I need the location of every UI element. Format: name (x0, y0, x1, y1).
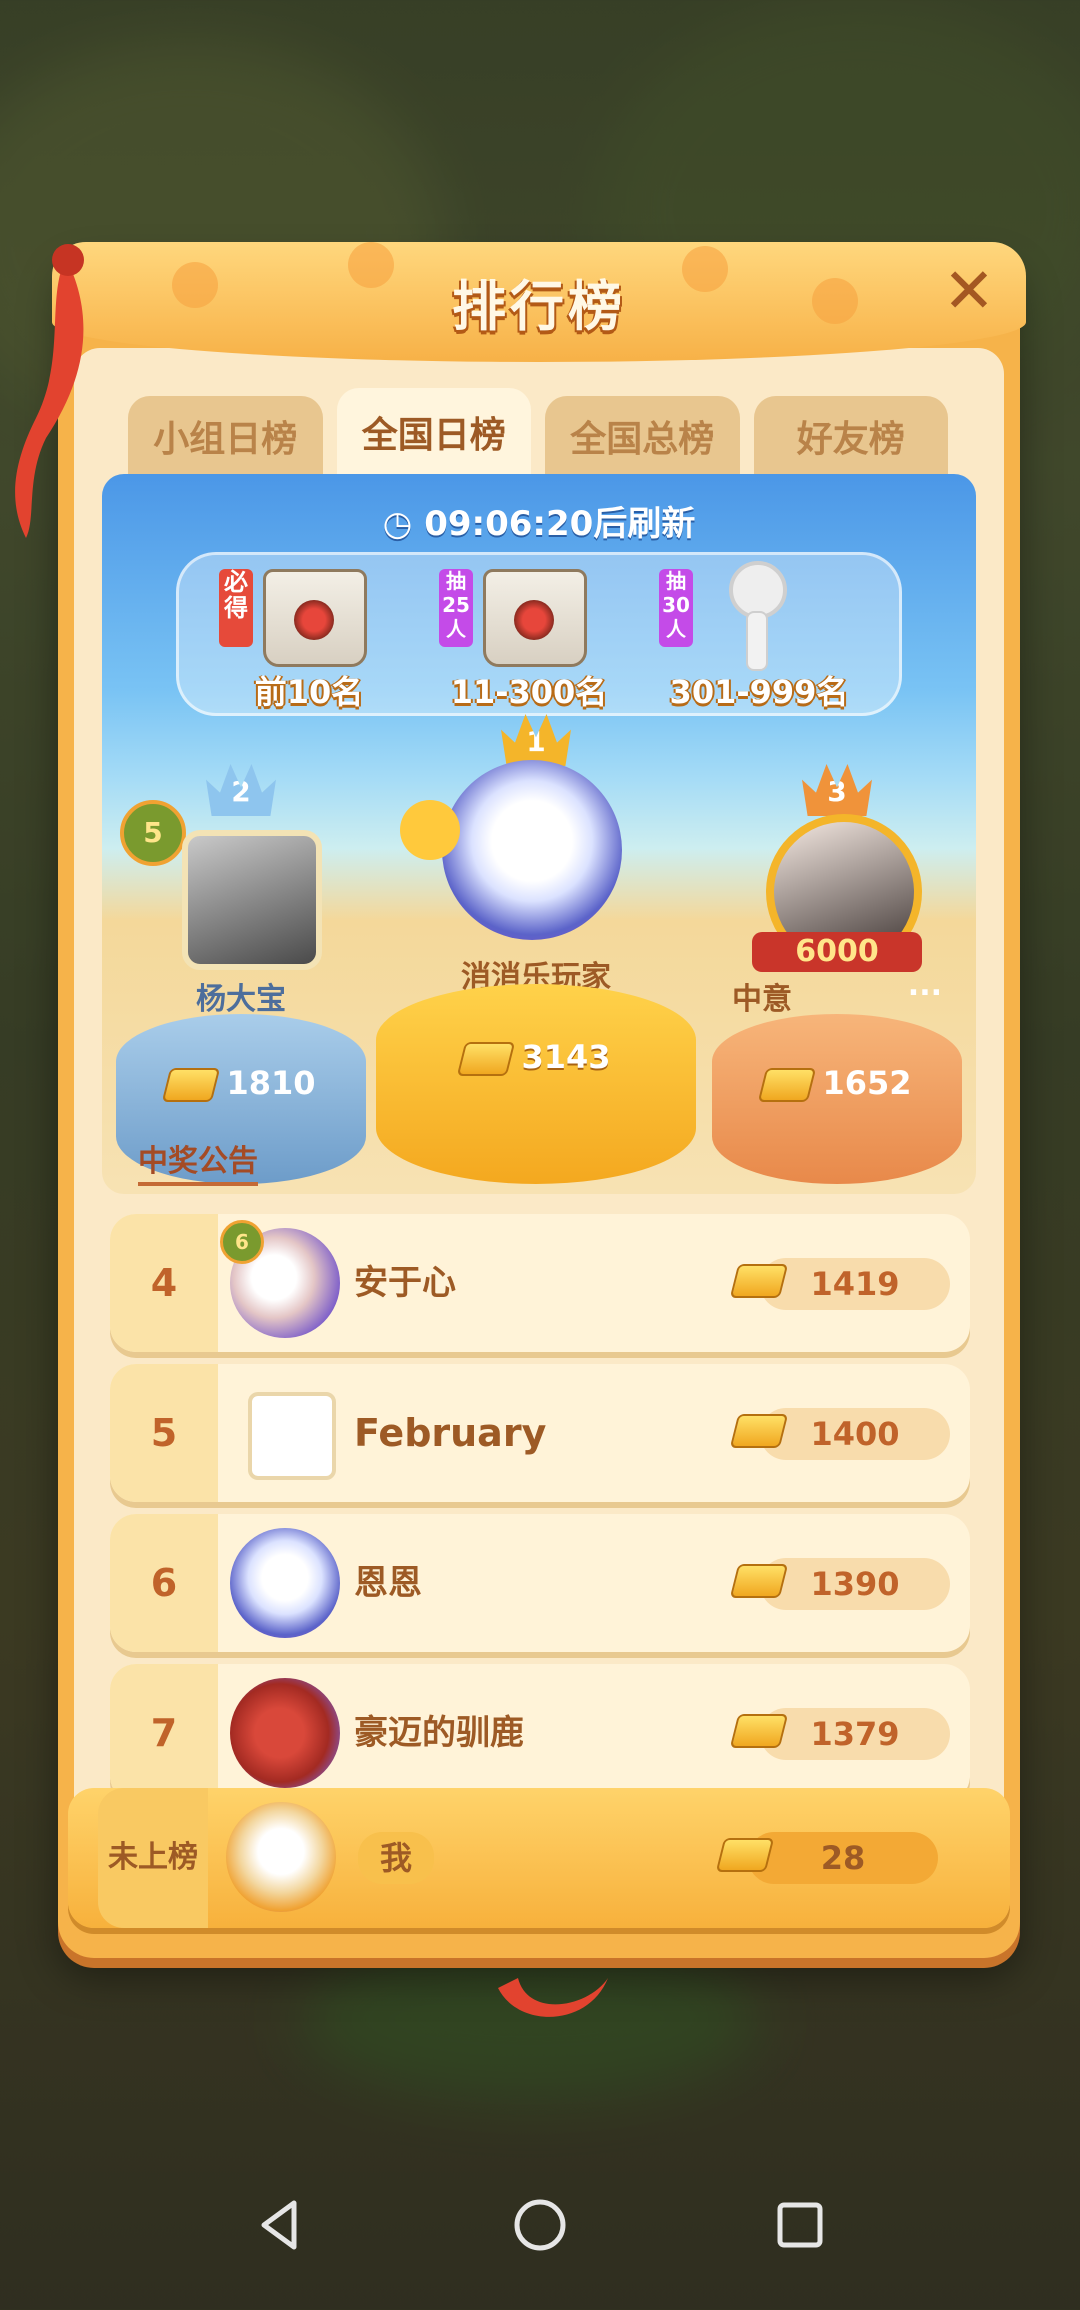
prize-11-300: 抽25人 11-300名 (429, 555, 629, 713)
podium-score: 3143 (376, 1038, 696, 1076)
rank-number: 6 (110, 1514, 218, 1652)
ribbon-decoration (15, 244, 84, 538)
system-nav-bar (0, 2140, 1080, 2310)
gold-bar-icon (715, 1838, 775, 1872)
back-icon[interactable] (250, 2195, 310, 2255)
player-name: 安于心 (354, 1263, 456, 1303)
frame-badge: 6000 (752, 932, 922, 972)
close-icon[interactable]: ✕ (938, 260, 1000, 322)
home-icon[interactable] (510, 2195, 570, 2255)
list-item[interactable]: 7 豪迈的驯鹿 1379 (110, 1664, 970, 1802)
tab-national-daily[interactable]: 全国日榜 (336, 388, 531, 476)
gold-bar-icon (457, 1042, 516, 1076)
player-name: 豪迈的驯鹿 (354, 1713, 524, 1753)
prize-top10: 必得 前10名 (209, 555, 409, 713)
ranking-stage: ◷ 09:06:20后刷新 必得 前10名 抽25人 11-300名 抽30人 … (102, 474, 976, 1194)
my-rank-bar[interactable]: 未上榜 我 28 (68, 1788, 1010, 1928)
prize-tag: 抽25人 (439, 569, 473, 647)
avatar (442, 760, 622, 940)
player-score: 1419 (810, 1265, 900, 1303)
crown-icon: 3 (802, 764, 872, 816)
player-name: February (354, 1411, 547, 1455)
tab-bar: 小组日榜 全国日榜 全国总榜 好友榜 (128, 388, 948, 476)
gold-bar-icon (758, 1068, 817, 1102)
player-score: 1390 (810, 1565, 900, 1603)
refresh-suffix: 后刷新 (593, 504, 696, 544)
tote-bag-icon (483, 569, 587, 667)
recents-icon[interactable] (770, 2195, 830, 2255)
podium-rank-3[interactable]: 3 6000 中意 ... 1652 (712, 764, 962, 1184)
flower-decoration (400, 800, 460, 860)
podium-name: 中意 (732, 982, 792, 1017)
refresh-timer: ◷ 09:06:20后刷新 (102, 496, 976, 545)
podium-score: 1652 (712, 1064, 962, 1102)
refresh-time: 09:06:20 (424, 504, 594, 544)
list-item[interactable]: 5 February 1400 (110, 1364, 970, 1502)
gold-bar-icon (162, 1068, 221, 1102)
podium-base (376, 984, 696, 1184)
tab-friends[interactable]: 好友榜 (753, 396, 948, 476)
prize-tag: 抽30人 (659, 569, 693, 647)
my-rank: 未上榜 (98, 1788, 208, 1928)
clock-icon: ◷ (382, 504, 425, 544)
list-item[interactable]: 4 6 安于心 1419 (110, 1214, 970, 1352)
avatar (226, 1802, 336, 1912)
winner-announcement-link[interactable]: 中奖公告 (138, 1136, 258, 1186)
more-icon[interactable]: ... (908, 968, 942, 1003)
avatar (248, 1392, 336, 1480)
prize-range: 11-300名 (450, 673, 608, 711)
my-name: 我 (358, 1832, 435, 1884)
podium-name: 杨大宝 (196, 982, 286, 1017)
ribbon-knot-decoration (498, 1978, 608, 2017)
tab-national-total[interactable]: 全国总榜 (545, 396, 740, 476)
prize-range: 前10名 (254, 673, 364, 711)
player-score: 1400 (810, 1415, 900, 1453)
avatar (230, 1528, 340, 1638)
fan-handle (746, 611, 768, 671)
podium-score: 1810 (116, 1064, 366, 1102)
level-badge: 5 (120, 800, 186, 866)
player-score: 1379 (810, 1715, 900, 1753)
tab-group-daily[interactable]: 小组日榜 (128, 396, 323, 476)
podium-rank-2[interactable]: 2 5 杨大宝 1810 (116, 764, 366, 1184)
rank-number: 5 (110, 1364, 218, 1502)
prize-panel[interactable]: 必得 前10名 抽25人 11-300名 抽30人 301-999名 (176, 552, 902, 716)
level-badge: 6 (220, 1220, 264, 1264)
prize-range: 301-999名 (669, 673, 849, 711)
prize-tag: 必得 (219, 569, 253, 647)
tote-bag-icon (263, 569, 367, 667)
modal-header: 排行榜 ✕ (52, 242, 1026, 362)
modal-title: 排行榜 (452, 275, 626, 338)
avatar (182, 830, 322, 970)
my-score: 28 (820, 1839, 866, 1877)
rank-number: 7 (110, 1664, 218, 1802)
crown-icon: 1 (501, 714, 571, 766)
ranking-list: 4 6 安于心 1419 5 February 1400 6 恩恩 1390 7 (110, 1214, 970, 1814)
crown-icon: 2 (206, 764, 276, 816)
player-name: 恩恩 (354, 1563, 422, 1603)
avatar (230, 1678, 340, 1788)
rank-number: 4 (110, 1214, 218, 1352)
leaderboard-modal: 排行榜 ✕ 小组日榜 全国日榜 全国总榜 好友榜 ◷ 09:06:20后刷新 必… (15, 242, 1026, 2017)
prize-301-999: 抽30人 301-999名 (649, 555, 869, 713)
podium-rank-1[interactable]: 1 消消乐玩家 3143 (376, 714, 696, 1184)
list-item[interactable]: 6 恩恩 1390 (110, 1514, 970, 1652)
